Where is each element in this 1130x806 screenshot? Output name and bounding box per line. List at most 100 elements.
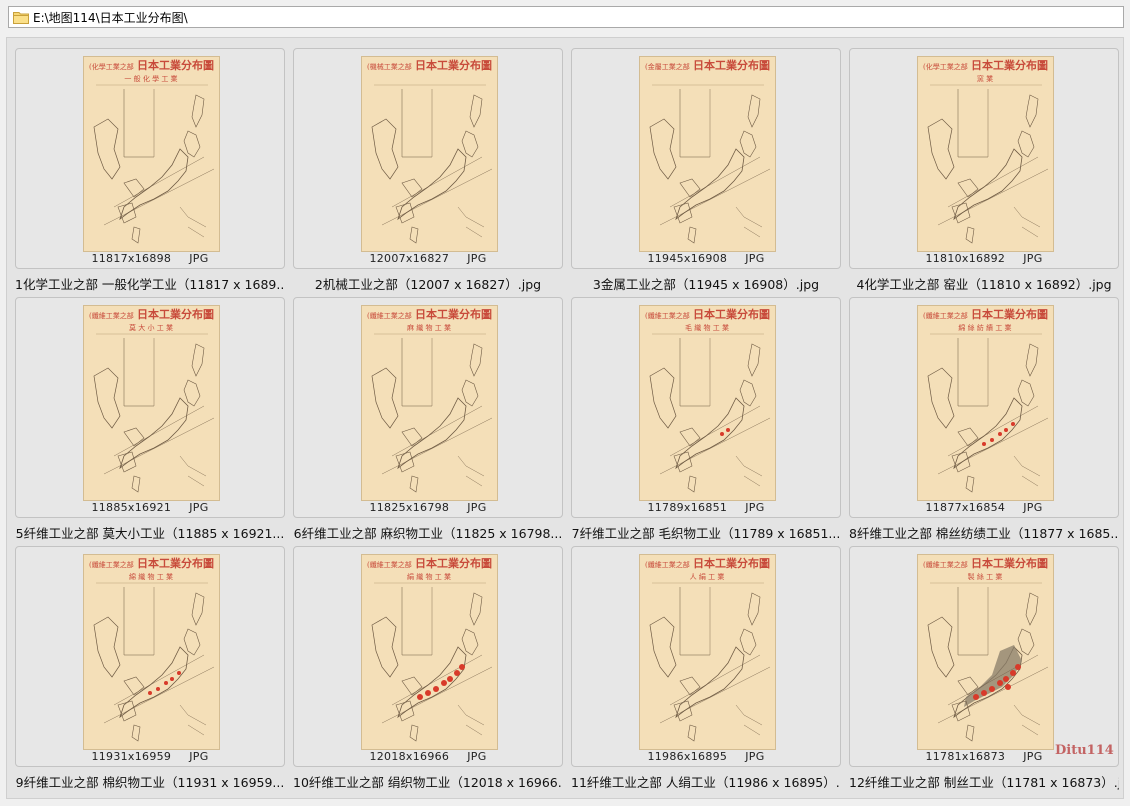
map-title: 日本工業分布圖 <box>693 556 770 570</box>
file-thumbnail[interactable]: 日本工業分布圖 (纖維工業之部 製 絲 工 業 11781x16873 JPG <box>849 546 1119 767</box>
image-dimensions: 11817x16898 <box>91 252 172 265</box>
file-type: JPG <box>467 501 487 514</box>
map-subtitle: 毛 織 物 工 業 <box>685 323 729 332</box>
map-title: 日本工業分布圖 <box>415 307 492 321</box>
map-title: 日本工業分布圖 <box>693 58 770 72</box>
map-category: (纖維工業之部 <box>923 560 968 569</box>
map-subtitle: 窯 業 <box>977 74 993 83</box>
map-title: 日本工業分布圖 <box>137 58 214 72</box>
file-name[interactable]: 3金属工业之部（11945 x 16908）.jpg <box>571 274 841 293</box>
file-item-4[interactable]: 日本工業分布圖 (化學工業之部 窯 業 11810x16892 JPG 4化学工业… <box>849 48 1119 297</box>
file-name[interactable]: 8纤维工业之部 棉丝纺绩工业（11877 x 1685... <box>849 523 1119 542</box>
file-type: JPG <box>189 750 209 763</box>
image-info: 11986x16895 JPG <box>572 750 840 763</box>
file-item-2[interactable]: 日本工業分布圖 (機械工業之部 12007x16827 JPG 2机械工业之部（1… <box>293 48 563 297</box>
file-name[interactable]: 4化学工业之部 窑业（11810 x 16892）.jpg <box>849 274 1119 293</box>
file-type: JPG <box>467 750 487 763</box>
map-image: 日本工業分布圖 (金屬工業之部 <box>639 56 776 252</box>
map-image: 日本工業分布圖 (纖維工業之部 人 絹 工 業 <box>639 554 776 750</box>
map-title: 日本工業分布圖 <box>415 556 492 570</box>
image-dimensions: 11810x16892 <box>925 252 1006 265</box>
map-image: 日本工業分布圖 (化學工業之部 一 般 化 學 工 業 <box>83 56 220 252</box>
address-bar[interactable]: E:\地图114\日本工业分布图\ <box>8 6 1124 28</box>
map-subtitle: 絹 織 物 工 業 <box>407 572 451 581</box>
address-path: E:\地图114\日本工业分布图\ <box>33 10 188 25</box>
image-info: 11810x16892 JPG <box>850 252 1118 265</box>
map-category: (纖維工業之部 <box>645 560 690 569</box>
file-thumbnail[interactable]: 日本工業分布圖 (化學工業之部 一 般 化 學 工 業 11817x16898 J… <box>15 48 285 269</box>
image-info: 11885x16921 JPG <box>16 501 284 514</box>
file-item-7[interactable]: 日本工業分布圖 (纖維工業之部 毛 織 物 工 業 11789x16851 JPG… <box>571 297 841 546</box>
image-dimensions: 12007x16827 <box>369 252 450 265</box>
image-dimensions: 12018x16966 <box>369 750 450 763</box>
map-category: (金屬工業之部 <box>645 62 690 71</box>
map-image: 日本工業分布圖 (機械工業之部 <box>361 56 498 252</box>
file-thumbnail[interactable]: 日本工業分布圖 (纖維工業之部 毛 織 物 工 業 11789x16851 JPG <box>571 297 841 518</box>
file-type: JPG <box>1023 252 1043 265</box>
folder-icon <box>13 12 29 24</box>
image-dimensions: 11931x16959 <box>91 750 172 763</box>
image-info: 12018x16966 JPG <box>294 750 562 763</box>
file-view-panel: 日本工業分布圖 (化學工業之部 一 般 化 學 工 業 11817x16898 J… <box>6 37 1124 799</box>
file-thumbnail[interactable]: 日本工業分布圖 (纖維工業之部 麻 織 物 工 業 11825x16798 JPG <box>293 297 563 518</box>
file-thumbnail[interactable]: 日本工業分布圖 (金屬工業之部 11945x16908 JPG <box>571 48 841 269</box>
map-subtitle: 綿 織 物 工 業 <box>129 572 173 581</box>
file-name[interactable]: 10纤维工业之部 绢织物工业（12018 x 16966... <box>293 772 563 791</box>
thumbnail-grid: 日本工業分布圖 (化學工業之部 一 般 化 學 工 業 11817x16898 J… <box>15 48 1119 795</box>
map-subtitle: 製 絲 工 業 <box>968 572 1003 581</box>
map-subtitle: 綿 絲 紡 績 工 業 <box>958 323 1011 332</box>
map-category: (纖維工業之部 <box>89 311 134 320</box>
file-name[interactable]: 11纤维工业之部 人绢工业（11986 x 16895）.... <box>571 772 841 791</box>
map-image: 日本工業分布圖 (纖維工業之部 絹 織 物 工 業 <box>361 554 498 750</box>
map-category: (化學工業之部 <box>923 62 968 71</box>
image-info: 11945x16908 JPG <box>572 252 840 265</box>
file-name[interactable]: 1化学工业之部 一般化学工业（11817 x 1689... <box>15 274 285 293</box>
file-thumbnail[interactable]: 日本工業分布圖 (化學工業之部 窯 業 11810x16892 JPG <box>849 48 1119 269</box>
file-item-1[interactable]: 日本工業分布圖 (化學工業之部 一 般 化 學 工 業 11817x16898 J… <box>15 48 285 297</box>
image-dimensions: 11877x16854 <box>925 501 1006 514</box>
file-item-8[interactable]: 日本工業分布圖 (纖維工業之部 綿 絲 紡 績 工 業 11877x16854 J… <box>849 297 1119 546</box>
map-subtitle: 一 般 化 學 工 業 <box>124 74 177 83</box>
file-type: JPG <box>189 501 209 514</box>
map-title: 日本工業分布圖 <box>971 58 1048 72</box>
file-thumbnail[interactable]: 日本工業分布圖 (機械工業之部 12007x16827 JPG <box>293 48 563 269</box>
file-item-5[interactable]: 日本工業分布圖 (纖維工業之部 莫 大 小 工 業 11885x16921 JPG… <box>15 297 285 546</box>
map-subtitle: 人 絹 工 業 <box>690 572 725 581</box>
file-name[interactable]: 5纤维工业之部 莫大小工业（11885 x 16921... <box>15 523 285 542</box>
map-title: 日本工業分布圖 <box>137 307 214 321</box>
file-type: JPG <box>745 252 765 265</box>
file-item-10[interactable]: 日本工業分布圖 (纖維工業之部 絹 織 物 工 業 12018x16966 JPG… <box>293 546 563 795</box>
file-type: JPG <box>467 252 487 265</box>
file-name[interactable]: 12纤维工业之部 制丝工业（11781 x 16873）.jpg <box>849 772 1119 791</box>
map-image: 日本工業分布圖 (纖維工業之部 製 絲 工 業 <box>917 554 1054 750</box>
map-category: (纖維工業之部 <box>923 311 968 320</box>
file-name[interactable]: 7纤维工业之部 毛织物工业（11789 x 16851... <box>571 523 841 542</box>
file-thumbnail[interactable]: 日本工業分布圖 (纖維工業之部 綿 織 物 工 業 11931x16959 JPG <box>15 546 285 767</box>
image-info: 11825x16798 JPG <box>294 501 562 514</box>
file-type: JPG <box>189 252 209 265</box>
file-item-3[interactable]: 日本工業分布圖 (金屬工業之部 11945x16908 JPG 3金属工业之部（1… <box>571 48 841 297</box>
image-dimensions: 11781x16873 <box>925 750 1006 763</box>
file-item-9[interactable]: 日本工業分布圖 (纖維工業之部 綿 織 物 工 業 11931x16959 JPG… <box>15 546 285 795</box>
file-name[interactable]: 2机械工业之部（12007 x 16827）.jpg <box>293 274 563 293</box>
file-name[interactable]: 9纤维工业之部 棉织物工业（11931 x 16959... <box>15 772 285 791</box>
file-thumbnail[interactable]: 日本工業分布圖 (纖維工業之部 絹 織 物 工 業 12018x16966 JPG <box>293 546 563 767</box>
map-subtitle: 莫 大 小 工 業 <box>129 323 173 332</box>
image-dimensions: 11945x16908 <box>647 252 728 265</box>
image-info: 11877x16854 JPG <box>850 501 1118 514</box>
map-category: (纖維工業之部 <box>367 560 412 569</box>
file-item-11[interactable]: 日本工業分布圖 (纖維工業之部 人 絹 工 業 11986x16895 JPG 1… <box>571 546 841 795</box>
file-name[interactable]: 6纤维工业之部 麻织物工业（11825 x 16798... <box>293 523 563 542</box>
map-category: (機械工業之部 <box>367 62 412 71</box>
file-item-6[interactable]: 日本工業分布圖 (纖維工業之部 麻 織 物 工 業 11825x16798 JPG… <box>293 297 563 546</box>
map-image: 日本工業分布圖 (纖維工業之部 麻 織 物 工 業 <box>361 305 498 501</box>
image-dimensions: 11789x16851 <box>647 501 728 514</box>
map-title: 日本工業分布圖 <box>415 58 492 72</box>
file-thumbnail[interactable]: 日本工業分布圖 (纖維工業之部 人 絹 工 業 11986x16895 JPG <box>571 546 841 767</box>
file-thumbnail[interactable]: 日本工業分布圖 (纖維工業之部 莫 大 小 工 業 11885x16921 JPG <box>15 297 285 518</box>
map-category: (化學工業之部 <box>89 62 134 71</box>
file-thumbnail[interactable]: 日本工業分布圖 (纖維工業之部 綿 絲 紡 績 工 業 11877x16854 J… <box>849 297 1119 518</box>
map-title: 日本工業分布圖 <box>971 307 1048 321</box>
map-title: 日本工業分布圖 <box>693 307 770 321</box>
map-image: 日本工業分布圖 (纖維工業之部 毛 織 物 工 業 <box>639 305 776 501</box>
